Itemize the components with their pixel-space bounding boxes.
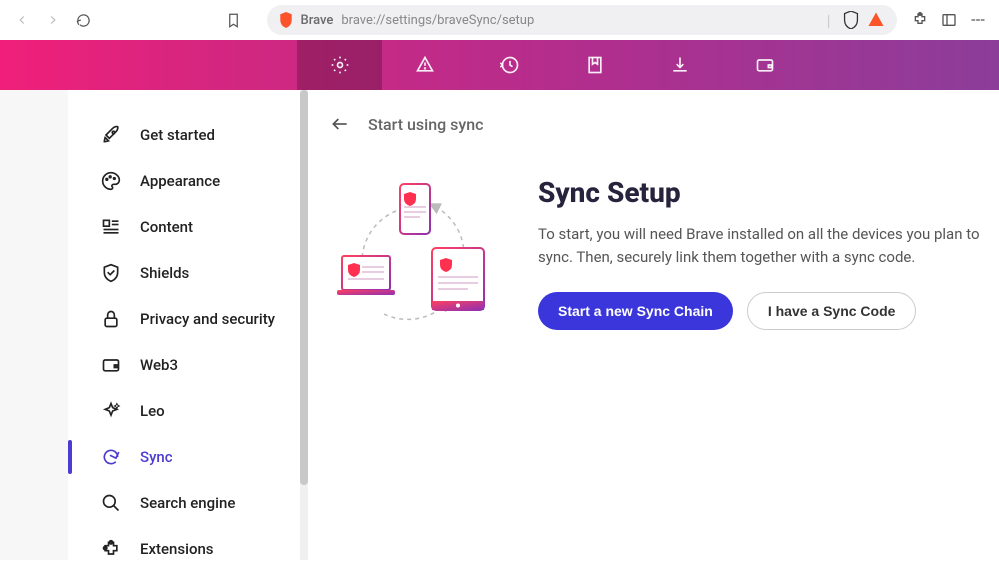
sidebar-item-shields[interactable]: Shields [68, 250, 307, 296]
sync-heading: Sync Setup [538, 176, 999, 209]
page-title: Start using sync [368, 115, 483, 134]
sidebar-item-label: Search engine [140, 494, 235, 512]
palette-icon [100, 170, 122, 192]
rocket-icon [100, 124, 122, 146]
sidebar-item-label: Privacy and security [140, 310, 275, 328]
sidebar-item-label: Content [140, 218, 193, 236]
puzzle-icon [100, 538, 122, 560]
shield-icon [100, 262, 122, 284]
sidebar-item-sync[interactable]: Sync [68, 434, 307, 480]
sidebar-item-appearance[interactable]: Appearance [68, 158, 307, 204]
tab-settings[interactable] [297, 40, 382, 90]
reload-button[interactable] [71, 6, 96, 34]
tab-bookmarks[interactable] [552, 40, 637, 90]
tab-history[interactable] [467, 40, 552, 90]
scrollbar-thumb[interactable] [300, 90, 308, 485]
tab-downloads[interactable] [637, 40, 722, 90]
sidebar-item-label: Shields [140, 264, 189, 282]
scrollbar[interactable] [300, 90, 308, 560]
sidebar-toggle-icon[interactable] [937, 7, 960, 33]
sidebar-item-content[interactable]: Content [68, 204, 307, 250]
browser-chrome: Brave brave://settings/braveSync/setup | [0, 0, 999, 40]
forward-browser-button[interactable] [41, 6, 66, 34]
back-browser-button[interactable] [10, 6, 35, 34]
sidebar-item-privacy[interactable]: Privacy and security [68, 296, 307, 342]
sidebar-item-label: Appearance [140, 172, 220, 190]
sidebar-item-get-started[interactable]: Get started [68, 112, 307, 158]
start-sync-chain-button[interactable]: Start a new Sync Chain [538, 292, 733, 330]
page-back-button[interactable] [328, 112, 352, 136]
sidebar-item-web3[interactable]: Web3 [68, 342, 307, 388]
lion-icon[interactable] [843, 11, 859, 29]
search-icon [100, 492, 122, 514]
sidebar-item-label: Web3 [140, 356, 178, 374]
sidebar-item-label: Get started [140, 126, 215, 144]
tab-shields[interactable] [382, 40, 467, 90]
address-bar[interactable]: Brave brave://settings/braveSync/setup | [267, 5, 897, 35]
page-header: Start using sync [328, 112, 999, 136]
tab-wallet[interactable] [722, 40, 807, 90]
sidebar-item-extensions[interactable]: Extensions [68, 526, 307, 572]
address-site: Brave [301, 13, 334, 28]
bookmark-icon[interactable] [222, 7, 245, 33]
sidebar-item-label: Extensions [140, 540, 214, 558]
address-url: brave://settings/braveSync/setup [341, 13, 534, 28]
sidebar-item-label: Leo [140, 402, 165, 420]
content-icon [100, 216, 122, 238]
sync-icon [100, 446, 122, 468]
have-sync-code-button[interactable]: I have a Sync Code [747, 292, 917, 330]
sync-illustration [334, 176, 494, 336]
sidebar-item-search-engine[interactable]: Search engine [68, 480, 307, 526]
rewards-icon[interactable] [867, 11, 885, 29]
sidebar-item-leo[interactable]: Leo [68, 388, 307, 434]
top-tabs [0, 40, 999, 90]
extensions-icon[interactable] [909, 7, 932, 33]
wallet-icon [100, 354, 122, 376]
lock-icon [100, 308, 122, 330]
sparkle-icon [100, 400, 122, 422]
sidebar-container: Get started Appearance Content Shields [0, 90, 308, 560]
brave-shield-icon [279, 12, 293, 28]
more-icon[interactable] [966, 7, 989, 33]
sync-description: To start, you will need Brave installed … [538, 223, 999, 268]
settings-content: Start using sync [308, 90, 999, 560]
sidebar-item-label: Sync [140, 448, 173, 466]
settings-sidebar: Get started Appearance Content Shields [68, 90, 308, 560]
